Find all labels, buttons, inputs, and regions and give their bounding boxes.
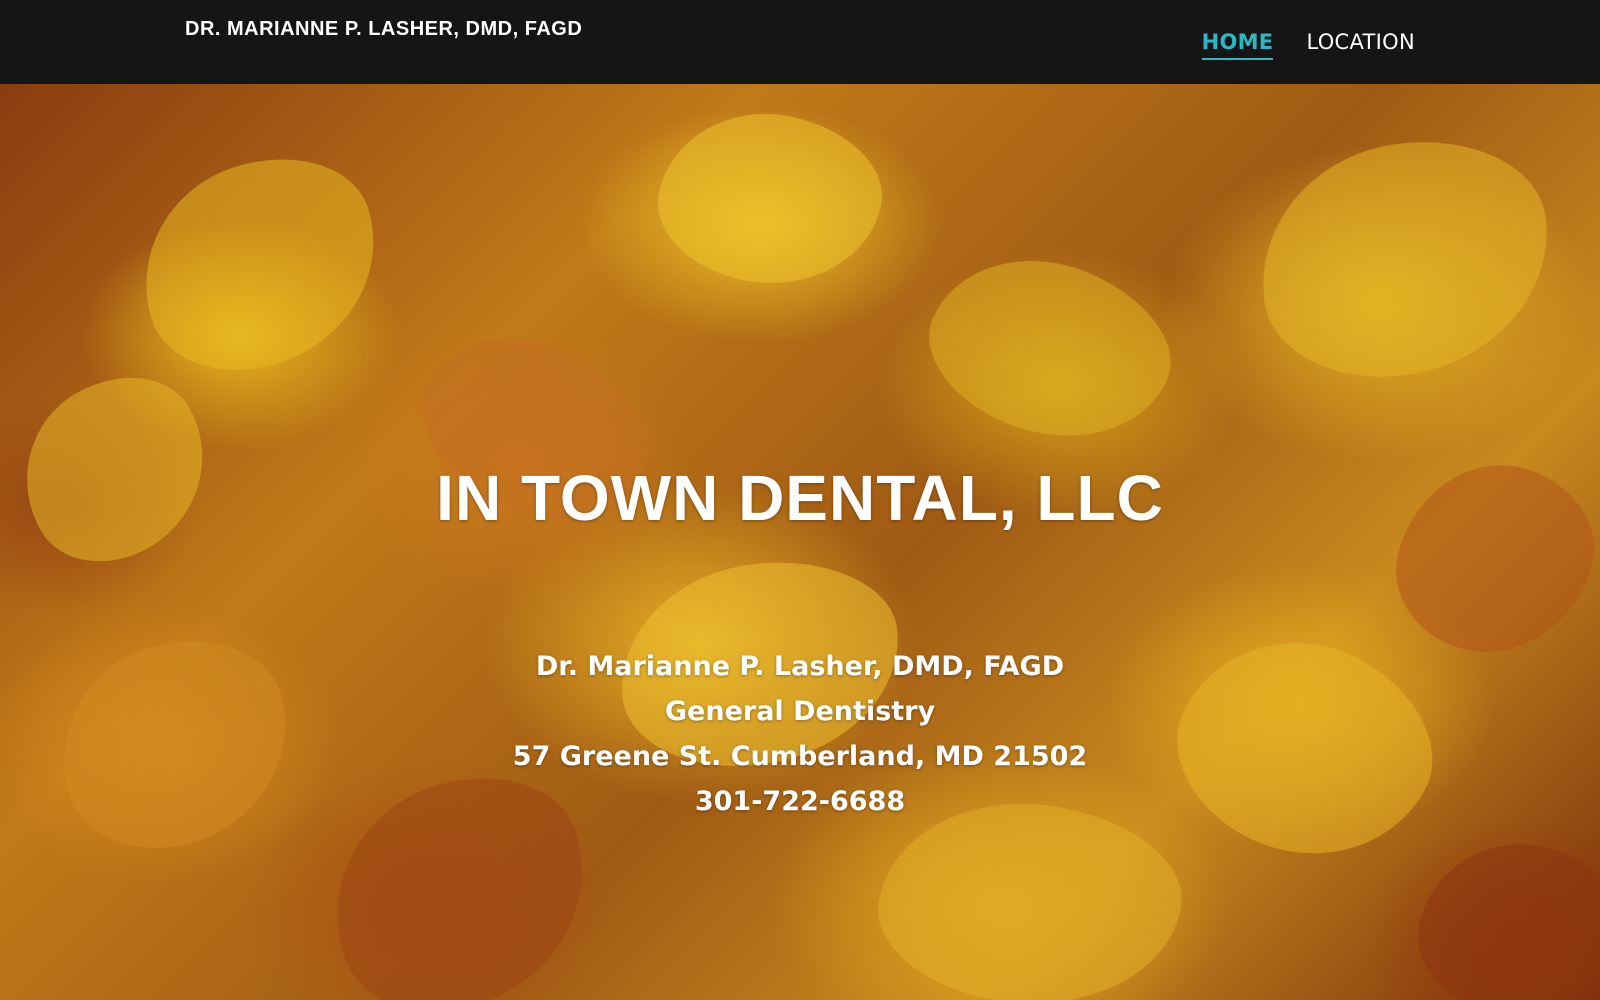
hero-title: IN TOWN DENTAL, LLC (436, 462, 1164, 534)
nav-home-link[interactable]: HOME (1201, 28, 1274, 60)
site-title[interactable]: DR. MARIANNE P. LASHER, DMD, FAGD (185, 16, 585, 42)
main-nav: HOME LOCATION (1201, 28, 1415, 60)
doctor-name: Dr. Marianne P. Lasher, DMD, FAGD (535, 651, 1065, 682)
background-leaf (1406, 827, 1600, 1000)
practice-info: Dr. Marianne P. Lasher, DMD, FAGD Genera… (0, 644, 1600, 824)
specialty-text: General Dentistry (664, 696, 936, 727)
site-header: DR. MARIANNE P. LASHER, DMD, FAGD HOME L… (0, 0, 1600, 84)
phone-number[interactable]: 301-722-6688 (0, 779, 1600, 824)
address-text: 57 Greene St. Cumberland, MD 21502 (512, 741, 1088, 772)
hero-section: IN TOWN DENTAL, LLC Dr. Marianne P. Lash… (0, 84, 1600, 1000)
nav-location-link[interactable]: LOCATION (1306, 28, 1415, 58)
